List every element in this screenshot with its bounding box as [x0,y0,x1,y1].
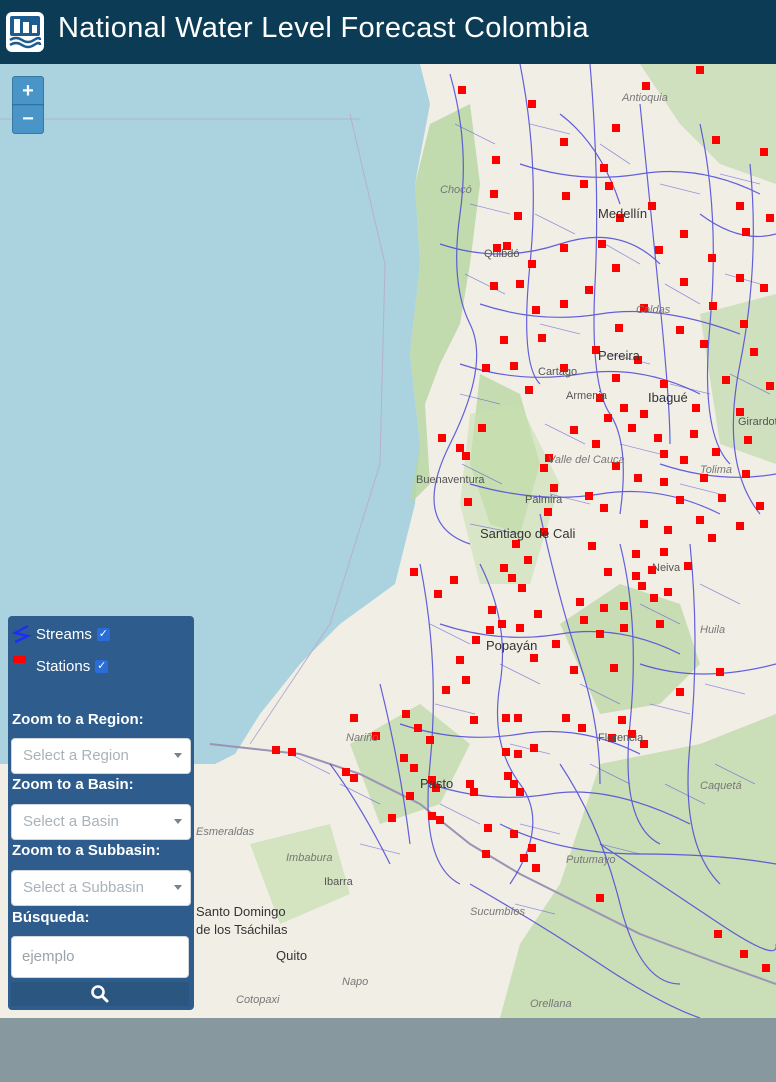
region-select[interactable]: Select a Region [11,738,191,774]
chevron-down-icon [174,819,182,824]
streams-icon [12,624,32,644]
basin-select[interactable]: Select a Basin [11,804,191,840]
footer-bar [0,1018,776,1082]
stations-checkbox[interactable]: ✓ [95,659,109,673]
basin-label: Zoom to a Basin: [12,776,134,793]
map-label-santo-domingo: Santo Domingo [196,904,286,919]
zoom-out-button[interactable]: − [12,104,44,134]
map-label-huila: Huila [700,624,726,636]
map-label-narino: Nariño [346,732,379,744]
map-label-buenaventura: Buenaventura [416,474,485,486]
map-label-pasto: Pasto [420,776,454,791]
app-title: National Water Level Forecast Colombia [58,12,589,44]
map-label-orellana: Orellana [530,998,572,1010]
search-icon [91,985,109,1003]
map-label-cartago: Cartago [538,366,578,378]
search-button[interactable] [11,982,189,1006]
map-label-cali: Santiago de Cali [480,526,576,541]
map-label-valle: Valle del Cauca [548,454,625,466]
subbasin-select-placeholder: Select a Subbasin [23,879,144,896]
zoom-in-button[interactable]: + [12,76,44,106]
map-label-quito: Quito [276,948,308,963]
map-label-pereira: Pereira [598,348,640,363]
map-label-florencia: Florencia [598,732,644,744]
legend-stations: Stations ✓ [12,656,109,676]
legend-streams-label: Streams [36,625,92,643]
legend-streams: Streams ✓ [12,624,110,644]
map-label-putumayo: Putumayo [566,854,616,866]
map-label-palmira: Palmira [525,494,563,506]
basin-select-placeholder: Select a Basin [23,813,119,830]
region-select-placeholder: Select a Region [23,747,129,764]
map-label-sucumbios: Sucumbíos [470,906,526,918]
region-label: Zoom to a Region: [12,711,144,728]
map-label-choco: Chocó [440,184,472,196]
search-label: Búsqueda: [12,909,90,926]
logo-icon [4,10,46,54]
map-label-cotopaxi: Cotopaxi [236,994,280,1006]
legend-stations-label: Stations [36,657,91,675]
map-label-caldas: Caldas [636,304,671,316]
control-panel: Streams ✓ Stations ✓ Zoom to a Region: S… [8,616,194,1010]
map-label-tolima: Tolima [700,464,732,476]
map-label-caqueta: Caquetá [700,780,742,792]
map-label-girardot: Girardot [738,416,776,428]
map-label-esmeraldas: Esmeraldas [196,826,255,838]
map-label-medellin: Medellín [598,206,648,221]
map-label-quibdo: Quibdó [484,248,520,260]
station-marker-icon [13,656,26,663]
map-label-popayan: Popayán [486,638,538,653]
map-label-ibague: Ibagué [648,390,688,405]
map-label-ibarra: Ibarra [324,876,353,888]
map-label-napo: Napo [342,976,369,988]
chevron-down-icon [174,753,182,758]
chevron-down-icon [174,885,182,890]
subbasin-select[interactable]: Select a Subbasin [11,870,191,906]
map-label-imbabura: Imbabura [286,852,333,864]
map-label-antioquia: Antioquia [622,92,668,104]
streams-checkbox[interactable]: ✓ [96,627,110,641]
map-label-armenia: Armenia [566,390,607,402]
search-input[interactable]: ejemplo [11,936,189,978]
app-header: National Water Level Forecast Colombia [0,0,776,64]
subbasin-label: Zoom to a Subbasin: [12,842,161,859]
map-label-tsachilas: de los Tsáchilas [196,922,288,937]
map-label-neiva: Neiva [652,562,681,574]
